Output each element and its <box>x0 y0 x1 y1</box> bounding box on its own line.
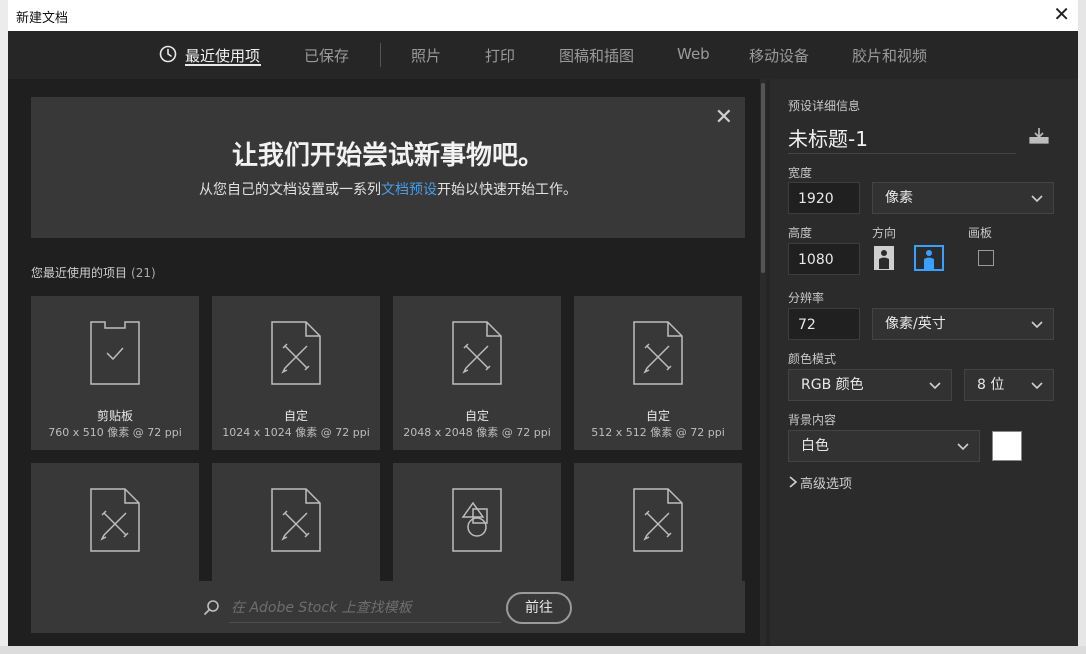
recent-item-name: 自定 <box>464 409 489 423</box>
bit-depth-select[interactable]: 8 位 <box>964 369 1054 401</box>
tab-art-illustration[interactable]: 图稿和插图 <box>559 45 634 66</box>
shapes-doc-icon <box>452 488 502 552</box>
tab-separator <box>380 43 381 67</box>
recent-item-name: 自定 <box>283 409 308 423</box>
color-mode-label: 颜色模式 <box>788 352 837 366</box>
tab-print[interactable]: 打印 <box>485 45 515 66</box>
custom-doc-icon <box>90 488 140 552</box>
tab-photo[interactable]: 照片 <box>411 45 441 66</box>
advanced-options-toggle[interactable]: 高级选项 <box>800 473 852 492</box>
go-button[interactable]: 前往 <box>506 592 572 624</box>
custom-doc-icon <box>633 321 683 385</box>
chevron-down-icon <box>957 443 969 451</box>
portrait-orientation-icon[interactable] <box>872 245 898 271</box>
welcome-banner: 让我们开始尝试新事物吧。 从您自己的文档设置或一系列文档预设开始以快速开始工作。… <box>31 97 745 238</box>
resolution-label: 分辨率 <box>788 291 825 305</box>
chevron-right-icon[interactable] <box>788 476 798 488</box>
background-label: 背景内容 <box>788 413 837 427</box>
welcome-subtext: 从您自己的文档设置或一系列文档预设开始以快速开始工作。 <box>31 179 745 199</box>
clipboard-icon <box>90 321 140 385</box>
height-label: 高度 <box>788 226 813 240</box>
background-color-swatch[interactable] <box>992 431 1022 461</box>
preset-tabs: 最近使用项 已保存 照片 打印 图稿和插图 Web 移动设备 胶片和视频 <box>8 31 1078 79</box>
recent-items-label: 您最近使用的项目 <box>31 266 128 280</box>
new-document-dialog: 新建文档 ✕ 最近使用项 已保存 照片 打印 图稿和插图 Web 移动设备 胶片… <box>8 0 1078 646</box>
landscape-orientation-icon[interactable] <box>914 245 944 271</box>
resolution-unit-select[interactable]: 像素/英寸 <box>872 308 1054 340</box>
background-value: 白色 <box>801 438 829 454</box>
document-name-field[interactable]: 未标题-1 <box>788 123 1016 154</box>
recent-item-meta: 1024 x 1024 像素 @ 72 ppi <box>222 426 370 439</box>
tab-recent[interactable]: 最近使用项 <box>185 45 260 66</box>
height-input[interactable]: 1080 <box>788 243 860 275</box>
width-unit-select[interactable]: 像素 <box>872 182 1054 214</box>
color-mode-value: RGB 颜色 <box>801 377 864 393</box>
tab-saved[interactable]: 已保存 <box>304 45 349 66</box>
recent-item-meta: 2048 x 2048 像素 @ 72 ppi <box>403 426 551 439</box>
stock-search-input[interactable] <box>229 594 501 623</box>
custom-doc-icon <box>633 488 683 552</box>
custom-doc-icon <box>271 488 321 552</box>
width-input[interactable]: 1920 <box>788 182 860 214</box>
chevron-down-icon <box>1031 195 1043 203</box>
bit-depth-value: 8 位 <box>977 377 1005 393</box>
background-app-right <box>1078 0 1086 654</box>
color-mode-select[interactable]: RGB 颜色 <box>788 369 952 401</box>
resolution-unit-value: 像素/英寸 <box>885 316 946 332</box>
active-tab-underline <box>185 64 261 66</box>
recent-item-meta: 760 x 510 像素 @ 72 ppi <box>48 426 182 439</box>
custom-doc-icon <box>271 321 321 385</box>
search-icon <box>204 600 219 615</box>
welcome-heading: 让我们开始尝试新事物吧。 <box>231 141 544 171</box>
recent-item-custom[interactable]: 自定 1024 x 1024 像素 @ 72 ppi <box>212 296 380 450</box>
recent-items-heading: 您最近使用的项目 (21) <box>31 264 156 281</box>
artboard-label: 画板 <box>968 226 993 240</box>
document-presets-link[interactable]: 文档预设 <box>381 182 437 198</box>
preset-details-panel: 预设详细信息 未标题-1 宽度 1920 像素 高度 方向 画板 1080 分辨… <box>770 79 1078 646</box>
banner-close-button[interactable]: ✕ <box>715 105 733 130</box>
save-preset-icon[interactable] <box>1028 127 1050 145</box>
scrollbar-thumb[interactable] <box>761 83 765 273</box>
tab-web[interactable]: Web <box>677 45 710 63</box>
orientation-label: 方向 <box>872 226 897 240</box>
recent-item-name: 剪贴板 <box>96 409 133 423</box>
recent-items-count: (21) <box>131 266 156 280</box>
dialog-title: 新建文档 <box>16 11 69 26</box>
recent-item-custom[interactable]: 自定 512 x 512 像素 @ 72 ppi <box>574 296 742 450</box>
artboard-checkbox[interactable] <box>978 250 994 266</box>
recent-pane: 让我们开始尝试新事物吧。 从您自己的文档设置或一系列文档预设开始以快速开始工作。… <box>8 79 760 646</box>
width-unit-value: 像素 <box>885 190 913 206</box>
tab-film-video[interactable]: 胶片和视频 <box>852 45 927 66</box>
custom-doc-icon <box>452 321 502 385</box>
dialog-titlebar: 新建文档 ✕ <box>8 0 1078 31</box>
recent-item-clipboard[interactable]: 剪贴板 760 x 510 像素 @ 72 ppi <box>31 296 199 450</box>
background-select[interactable]: 白色 <box>788 430 980 462</box>
welcome-sub-prefix: 从您自己的文档设置或一系列 <box>199 182 381 198</box>
chevron-down-icon <box>1031 382 1043 390</box>
background-app-bottom <box>0 646 1086 654</box>
chevron-down-icon <box>929 382 941 390</box>
recent-item-custom[interactable]: 自定 2048 x 2048 像素 @ 72 ppi <box>393 296 561 450</box>
tab-mobile[interactable]: 移动设备 <box>749 45 809 66</box>
chevron-down-icon <box>1031 321 1043 329</box>
recent-item-name: 自定 <box>645 409 670 423</box>
stock-search-bar: 前往 <box>31 581 745 633</box>
recent-scrollbar[interactable] <box>760 79 766 646</box>
welcome-sub-suffix: 开始以快速开始工作。 <box>437 182 577 198</box>
preset-details-label: 预设详细信息 <box>788 99 861 113</box>
clock-icon <box>159 45 177 63</box>
resolution-input[interactable]: 72 <box>788 308 860 340</box>
recent-item-meta: 512 x 512 像素 @ 72 ppi <box>591 426 725 439</box>
dialog-close-button[interactable]: ✕ <box>1053 3 1070 25</box>
width-label: 宽度 <box>788 166 813 180</box>
background-app-left <box>0 0 8 654</box>
